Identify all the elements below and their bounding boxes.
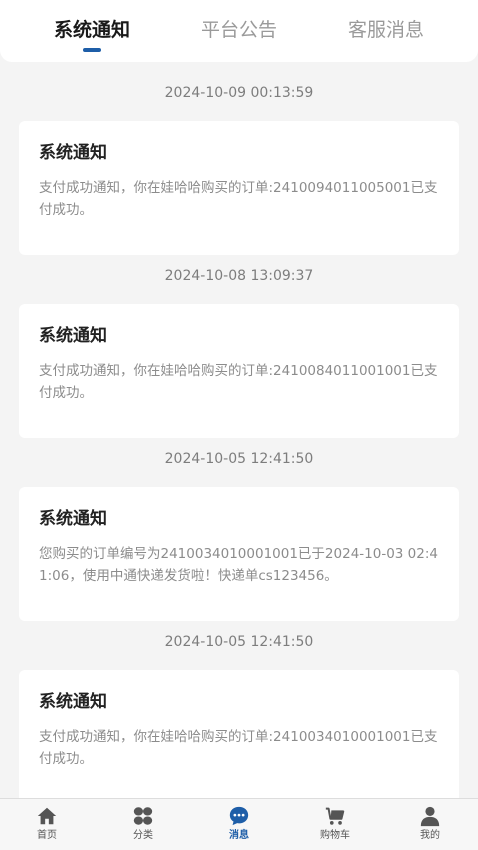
message-card[interactable]: 系统通知 支付成功通知，你在娃哈哈购买的订单:2410094011005001已… — [19, 121, 459, 255]
message-card[interactable]: 系统通知 支付成功通知，你在娃哈哈购买的订单:2410084011001001已… — [19, 304, 459, 438]
nav-label: 我的 — [420, 830, 440, 841]
app-root: 系统通知 平台公告 客服消息 2024-10-09 00:13:59 系统通知 … — [0, 0, 478, 850]
message-title: 系统通知 — [39, 692, 107, 712]
message-body: 支付成功通知，你在娃哈哈购买的订单:2410034010001001已支付成功。 — [39, 729, 438, 767]
tab-customer-service[interactable]: 客服消息 — [326, 18, 446, 54]
tab-label: 平台公告 — [200, 19, 277, 41]
user-icon — [420, 806, 440, 827]
message-title: 系统通知 — [39, 509, 107, 529]
nav-label: 购物车 — [320, 830, 350, 841]
message-time: 2024-10-08 13:09:37 — [164, 268, 314, 284]
message-icon — [229, 806, 249, 826]
nav-label: 消息 — [229, 830, 249, 841]
nav-cart[interactable]: 购物车 — [305, 805, 365, 849]
message-card[interactable]: 系统通知 您购买的订单编号为2410034010001001已于2024-10-… — [19, 487, 459, 621]
nav-profile[interactable]: 我的 — [400, 805, 460, 849]
tab-system-notice[interactable]: 系统通知 — [32, 18, 152, 54]
tab-label: 客服消息 — [347, 19, 424, 41]
home-icon — [37, 807, 57, 825]
message-tabs: 系统通知 平台公告 客服消息 — [0, 0, 478, 62]
message-time: 2024-10-09 00:13:59 — [164, 85, 314, 101]
message-card[interactable]: 系统通知 支付成功通知，你在娃哈哈购买的订单:2410034010001001已… — [19, 670, 459, 798]
message-feed[interactable]: 2024-10-09 00:13:59 系统通知 支付成功通知，你在娃哈哈购买的… — [0, 62, 478, 798]
nav-label: 分类 — [133, 830, 153, 841]
message-time: 2024-10-05 12:41:50 — [164, 634, 314, 650]
category-icon — [133, 807, 153, 825]
bottom-nav: 首页 分类 消息 购物车 我的 — [0, 798, 478, 850]
tab-platform-announcement[interactable]: 平台公告 — [179, 18, 299, 54]
active-tab-indicator — [83, 48, 101, 52]
message-body: 支付成功通知，你在娃哈哈购买的订单:2410094011005001已支付成功。 — [39, 180, 438, 218]
nav-label: 首页 — [37, 830, 57, 841]
message-title: 系统通知 — [39, 143, 107, 163]
message-title: 系统通知 — [39, 326, 107, 346]
tab-label: 系统通知 — [53, 19, 130, 41]
nav-home[interactable]: 首页 — [17, 805, 77, 849]
cart-icon — [325, 807, 345, 825]
message-time: 2024-10-05 12:41:50 — [164, 451, 314, 467]
message-body: 您购买的订单编号为2410034010001001已于2024-10-03 02… — [39, 546, 438, 584]
nav-message[interactable]: 消息 — [209, 805, 269, 849]
message-body: 支付成功通知，你在娃哈哈购买的订单:2410084011001001已支付成功。 — [39, 363, 438, 401]
nav-category[interactable]: 分类 — [113, 805, 173, 849]
